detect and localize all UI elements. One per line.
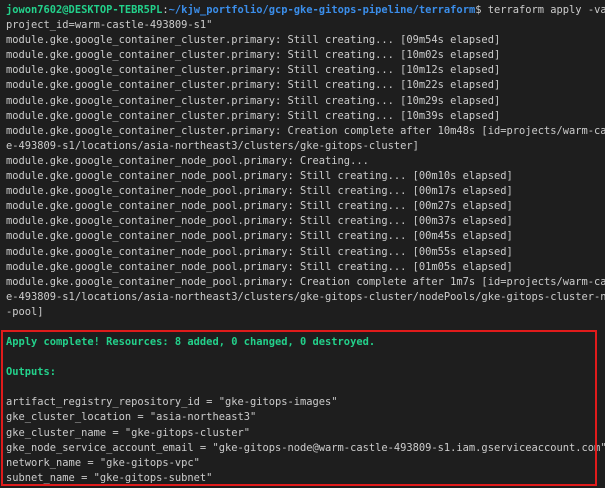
log-line: module.gke.google_container_cluster.prim… xyxy=(6,64,501,77)
log-line: -pool] xyxy=(6,305,44,318)
log-line: e-493809-s1/locations/asia-northeast3/cl… xyxy=(6,290,605,303)
apply-summary: Apply complete! Resources: 8 added, 0 ch… xyxy=(6,335,605,486)
output-gke-node-service-account-email: gke_node_service_account_email = "gke-gi… xyxy=(6,441,605,454)
output-gke-cluster-name: gke_cluster_name = "gke-gitops-cluster" xyxy=(6,426,250,439)
log-line: module.gke.google_container_node_pool.pr… xyxy=(6,200,513,213)
log-line: e-493809-s1/locations/asia-northeast3/cl… xyxy=(6,139,419,152)
log-line: module.gke.google_container_cluster.prim… xyxy=(6,49,501,62)
log-line: module.gke.google_container_cluster.prim… xyxy=(6,94,501,107)
output-gke-cluster-location: gke_cluster_location = "asia-northeast3" xyxy=(6,411,257,424)
log-line: module.gke.google_container_node_pool.pr… xyxy=(6,154,369,167)
terminal-window[interactable]: jowon7602@DESKTOP-TEBR5PL:~/kjw_portfoli… xyxy=(0,0,605,488)
output-artifact-registry-repository-id: artifact_registry_repository_id = "gke-g… xyxy=(6,396,338,409)
log-line: module.gke.google_container_cluster.prim… xyxy=(6,34,501,47)
log-line: module.gke.google_container_node_pool.pr… xyxy=(6,275,605,288)
log-line: module.gke.google_container_node_pool.pr… xyxy=(6,245,513,258)
log-line: module.gke.google_container_cluster.prim… xyxy=(6,109,501,122)
log-line: module.gke.google_container_node_pool.pr… xyxy=(6,260,513,273)
log-line: module.gke.google_container_cluster.prim… xyxy=(6,124,605,137)
command-continuation: project_id=warm-castle-493809-s1" xyxy=(6,19,213,32)
command-text: terraform apply -var=" xyxy=(487,4,605,16)
prompt-line: jowon7602@DESKTOP-TEBR5PL:~/kjw_portfoli… xyxy=(6,3,605,18)
log-line: module.gke.google_container_node_pool.pr… xyxy=(6,215,513,228)
output-network-name: network_name = "gke-gitops-vpc" xyxy=(6,456,200,469)
log-line: module.gke.google_container_node_pool.pr… xyxy=(6,170,513,183)
apply-complete-message: Apply complete! Resources: 8 added, 0 ch… xyxy=(6,336,376,348)
log-line: module.gke.google_container_node_pool.pr… xyxy=(6,185,513,198)
prompt-path: ~/kjw_portfolio/gcp-gke-gitops-pipeline/… xyxy=(168,4,476,16)
prompt-user-host: jowon7602@DESKTOP-TEBR5PL xyxy=(6,4,163,16)
log-line: module.gke.google_container_node_pool.pr… xyxy=(6,230,513,243)
log-output: module.gke.google_container_cluster.prim… xyxy=(6,33,605,320)
outputs-header: Outputs: xyxy=(6,366,57,379)
output-subnet-name: subnet_name = "gke-gitops-subnet" xyxy=(6,471,213,484)
log-line: module.gke.google_container_cluster.prim… xyxy=(6,79,501,92)
